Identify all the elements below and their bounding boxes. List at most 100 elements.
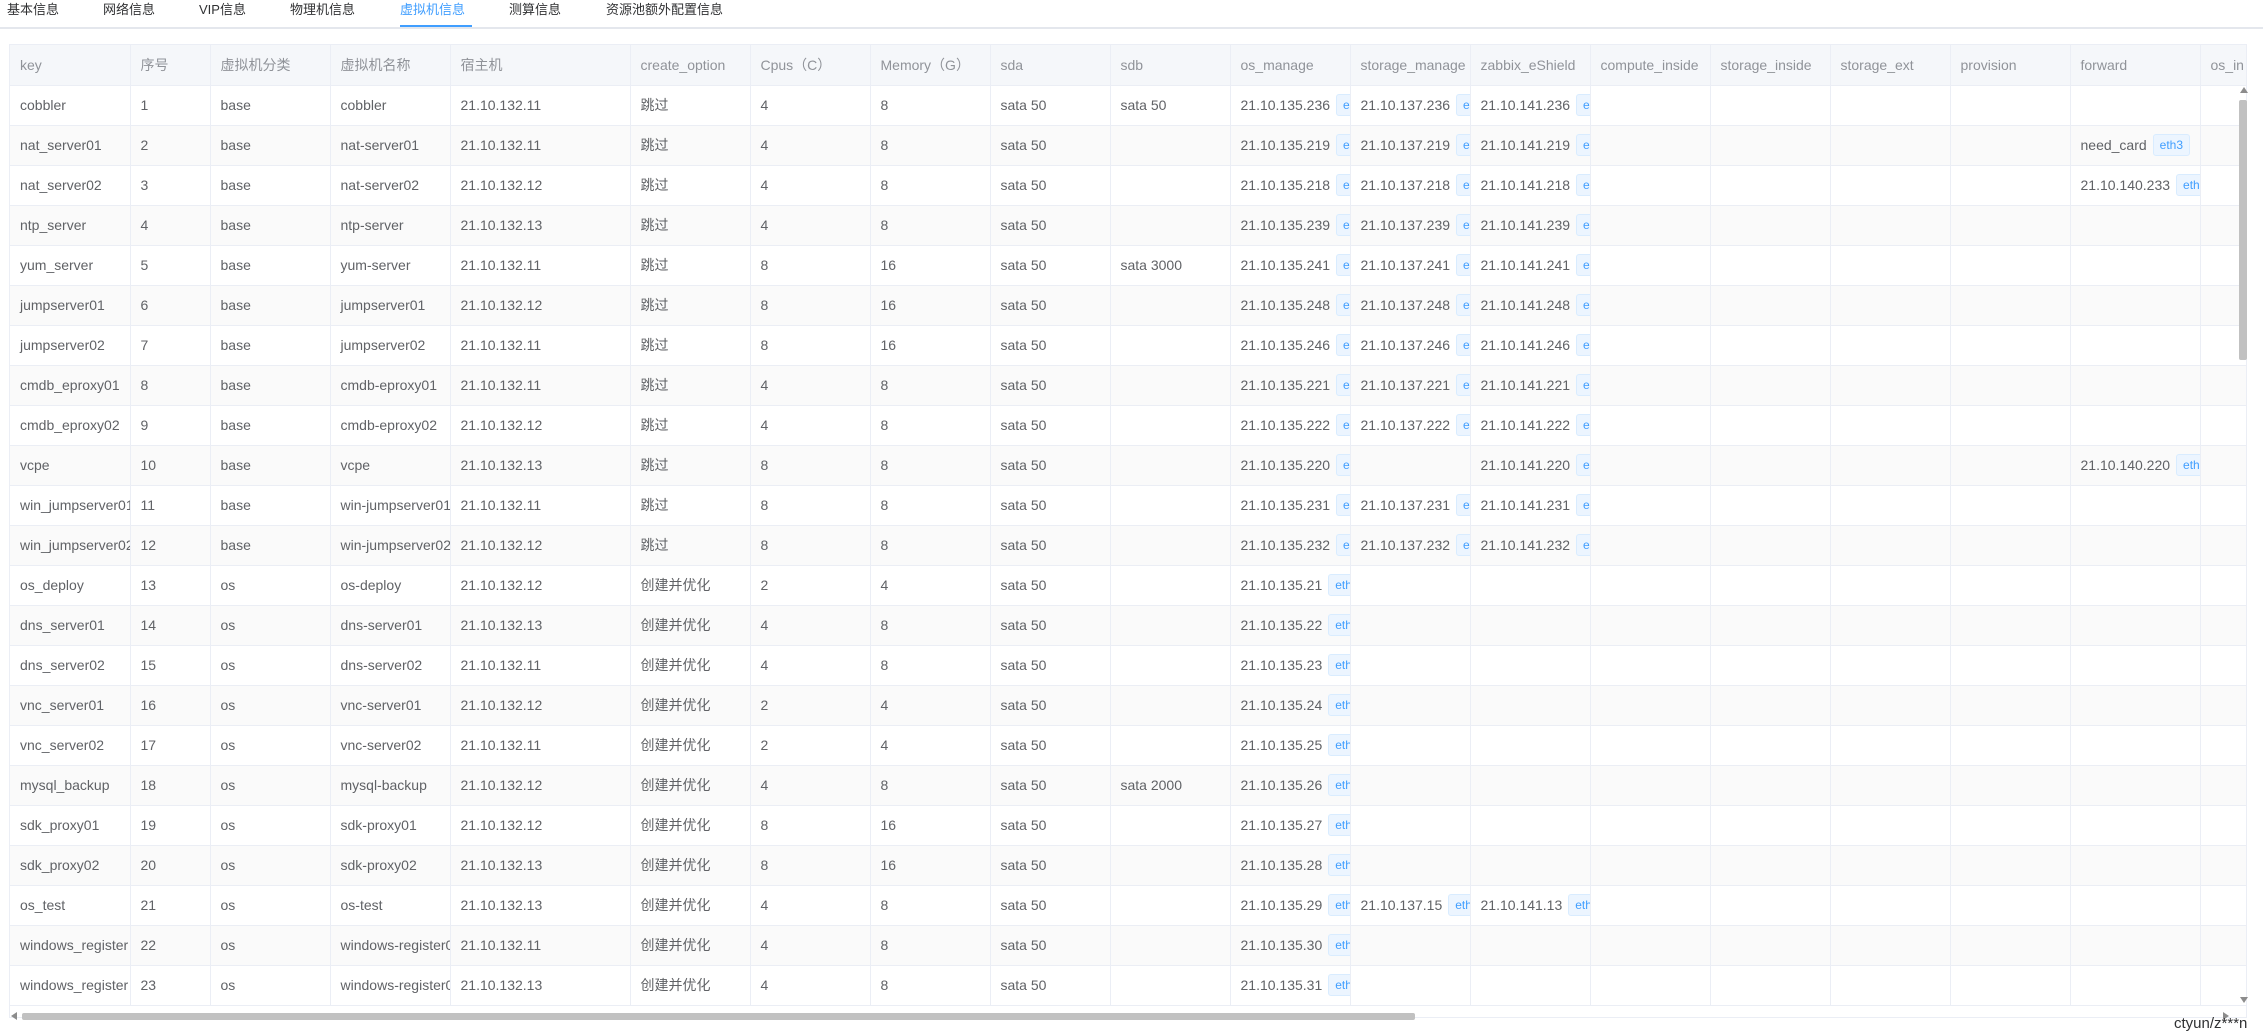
table-cell: 21.10.132.13 <box>450 205 631 246</box>
table-row[interactable]: cmdb_eproxy02 9 base cmdb-eproxy02 21.10.132… <box>10 405 2246 446</box>
table-row[interactable]: win_jumpserver01 11 base win-jumpserver01 21… <box>10 485 2246 526</box>
table-cell: base <box>210 285 331 326</box>
ip-cell: 21.10.135.24 eth <box>1230 685 1351 726</box>
table-row[interactable]: sdk_proxy01 19 os sdk-proxy01 21.10.132.12 创建… <box>10 805 2246 846</box>
table-row[interactable]: vnc_server02 17 os vnc-server02 21.10.132.11… <box>10 725 2246 766</box>
column-header[interactable]: sda <box>990 45 1111 86</box>
ip-value: 21.10.135.28 <box>1240 857 1323 873</box>
table-cell: sata 50 <box>990 565 1111 606</box>
column-header[interactable]: 虚拟机名称 <box>330 45 451 86</box>
table-cell: 4 <box>750 765 871 806</box>
table-cell: 4 <box>750 365 871 406</box>
ip-cell <box>1470 965 1591 1006</box>
tab-virtual-machine-info[interactable]: 虚拟机信息 <box>400 0 465 27</box>
table-row[interactable]: vcpe 10 base vcpe 21.10.132.13 跳过 8 8 sata 50 21.… <box>10 445 2246 486</box>
column-header[interactable]: 序号 <box>130 45 211 86</box>
table-cell: os_deploy <box>10 565 131 606</box>
column-header[interactable]: key <box>10 45 131 86</box>
table-row[interactable]: yum_server 5 base yum-server 21.10.132.11 跳过 8… <box>10 245 2246 286</box>
ip-value: 21.10.141.239 <box>1480 217 1571 233</box>
tab-resource-pool-extra-config[interactable]: 资源池额外配置信息 <box>606 0 723 27</box>
table-cell: sata 50 <box>990 845 1111 886</box>
table-row[interactable]: windows_register 23 os windows-register02 21… <box>10 965 2246 1006</box>
table-row[interactable]: cmdb_eproxy01 8 base cmdb-eproxy01 21.10.132… <box>10 365 2246 406</box>
horizontal-scrollbar-thumb[interactable] <box>22 1013 1415 1020</box>
table-row[interactable]: os_deploy 13 os os-deploy 21.10.132.12 创建并优化 2… <box>10 565 2246 606</box>
table-cell: 20 <box>130 845 211 886</box>
column-header[interactable]: storage_ext <box>1830 45 1951 86</box>
table-cell: 6 <box>130 285 211 326</box>
scroll-left-arrow-icon[interactable] <box>11 1012 17 1020</box>
table-cell: sdk-proxy01 <box>330 805 451 846</box>
table-cell: 跳过 <box>630 405 751 446</box>
table-cell: sata 2000 <box>1110 765 1231 806</box>
tab-calculation-info[interactable]: 测算信息 <box>509 0 561 27</box>
table-row[interactable]: nat_server02 3 base nat-server02 21.10.132.1… <box>10 165 2246 206</box>
column-header[interactable]: compute_inside <box>1590 45 1711 86</box>
ip-value: 21.10.137.232 <box>1360 537 1451 553</box>
column-header[interactable]: forward <box>2070 45 2201 86</box>
tab-basic-info[interactable]: 基本信息 <box>7 0 59 27</box>
table-cell <box>1710 405 1831 446</box>
table-row[interactable]: jumpserver02 7 base jumpserver02 21.10.132.1… <box>10 325 2246 366</box>
forward-cell <box>2070 85 2201 126</box>
table-cell: 4 <box>750 965 871 1006</box>
table-cell <box>1710 485 1831 526</box>
table-cell <box>1710 85 1831 126</box>
column-header[interactable]: os_in <box>2200 45 2246 86</box>
column-header[interactable]: provision <box>1950 45 2071 86</box>
tab-network-info[interactable]: 网络信息 <box>103 0 155 27</box>
table-cell: 8 <box>870 365 991 406</box>
tab-physical-machine-info[interactable]: 物理机信息 <box>290 0 355 27</box>
table-cell: 8 <box>870 885 991 926</box>
forward-cell <box>2070 685 2201 726</box>
table-row[interactable]: sdk_proxy02 20 os sdk-proxy02 21.10.132.13 创建… <box>10 845 2246 886</box>
column-header[interactable]: 宿主机 <box>450 45 631 86</box>
table-row[interactable]: mysql_backup 18 os mysql-backup 21.10.132.12… <box>10 765 2246 806</box>
nic-tag: eth <box>1328 574 1349 596</box>
table-cell <box>1110 725 1231 766</box>
column-header[interactable]: Memory（G） <box>870 45 991 86</box>
forward-cell <box>2070 725 2201 766</box>
column-header[interactable]: os_manage <box>1230 45 1351 86</box>
column-header[interactable]: 虚拟机分类 <box>210 45 331 86</box>
column-header[interactable]: sdb <box>1110 45 1231 86</box>
table-row[interactable]: jumpserver01 6 base jumpserver01 21.10.132.1… <box>10 285 2246 326</box>
table-cell: win_jumpserver01 <box>10 485 131 526</box>
scroll-down-arrow-icon[interactable] <box>2240 997 2248 1003</box>
column-header[interactable]: zabbix_eShield <box>1470 45 1591 86</box>
forward-cell <box>2070 645 2201 686</box>
table-cell: 8 <box>750 805 871 846</box>
table-row[interactable]: win_jumpserver02 12 base win-jumpserver02 21… <box>10 525 2246 566</box>
table-cell: 7 <box>130 325 211 366</box>
table-row[interactable]: os_test 21 os os-test 21.10.132.13 创建并优化 4 8 sat… <box>10 885 2246 926</box>
column-header[interactable]: storage_inside <box>1710 45 1831 86</box>
column-header[interactable]: storage_manage <box>1350 45 1471 86</box>
ip-cell: 21.10.135.221 e <box>1230 365 1351 406</box>
table-row[interactable]: ntp_server 4 base ntp-server 21.10.132.13 跳过 4… <box>10 205 2246 246</box>
table-cell: base <box>210 125 331 166</box>
ip-cell: 21.10.137.219 eth <box>1350 125 1471 166</box>
table-cell: 跳过 <box>630 165 751 206</box>
table-row[interactable]: windows_register 22 os windows-register01 21… <box>10 925 2246 966</box>
table-row[interactable]: cobbler 1 base cobbler 21.10.132.11 跳过 4 8 sata … <box>10 85 2246 126</box>
tab-vip-info[interactable]: VIP信息 <box>199 0 246 27</box>
forward-cell: need_card eth3 <box>2070 125 2201 166</box>
table-row[interactable]: nat_server01 2 base nat-server01 21.10.132.1… <box>10 125 2246 166</box>
table-cell: base <box>210 245 331 286</box>
vertical-scrollbar-thumb[interactable] <box>2239 100 2247 360</box>
ip-cell: 21.10.137.241 eth <box>1350 245 1471 286</box>
column-header[interactable]: create_option <box>630 45 751 86</box>
table-row[interactable]: dns_server02 15 os dns-server02 21.10.132.11… <box>10 645 2246 686</box>
ip-cell <box>1350 765 1471 806</box>
table-cell <box>1590 645 1711 686</box>
table-cell <box>1830 405 1951 446</box>
table-cell <box>1830 885 1951 926</box>
column-header[interactable]: Cpus（C） <box>750 45 871 86</box>
table-row[interactable]: dns_server01 14 os dns-server01 21.10.132.13… <box>10 605 2246 646</box>
nic-tag: e <box>1336 214 1349 236</box>
table-cell: 21.10.132.11 <box>450 725 631 766</box>
table-cell: sata 50 <box>990 165 1111 206</box>
table-row[interactable]: vnc_server01 16 os vnc-server01 21.10.132.12… <box>10 685 2246 726</box>
scroll-up-arrow-icon[interactable] <box>2240 87 2248 93</box>
